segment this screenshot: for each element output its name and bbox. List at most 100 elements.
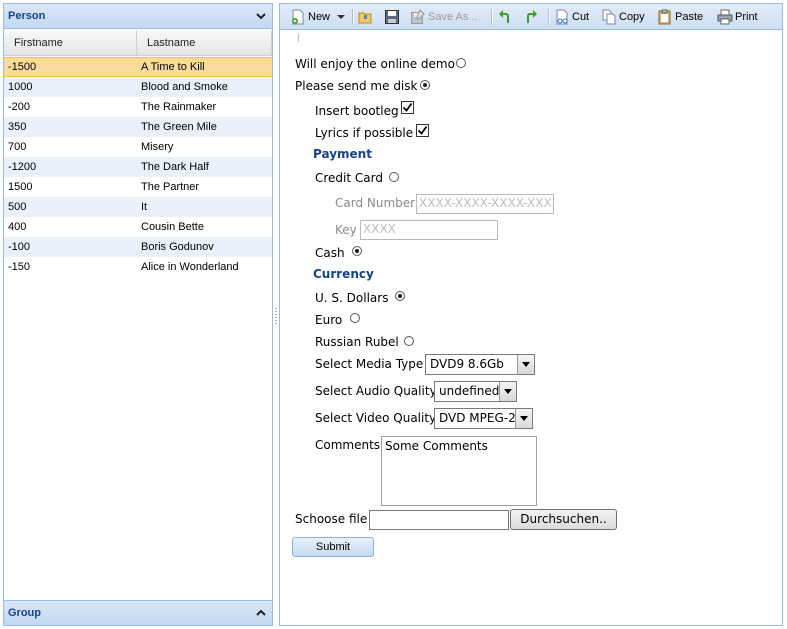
form-tick xyxy=(298,34,299,42)
video-quality-select[interactable]: DVD MPEG-2 xyxy=(434,408,533,429)
chevron-down-icon[interactable] xyxy=(517,355,534,374)
table-row[interactable]: 1000 Blood and Smoke xyxy=(4,77,272,97)
usd-radio[interactable] xyxy=(395,291,405,301)
cell-lastname: The Rainmaker xyxy=(141,101,217,113)
splitter-grip[interactable] xyxy=(275,308,277,324)
table-row[interactable]: -1200 The Dark Half xyxy=(4,157,272,177)
euro-label: Euro xyxy=(315,313,343,327)
send-disk-label: Please send me disk xyxy=(295,79,418,93)
lyrics-label: Lyrics if possible xyxy=(315,126,414,140)
checkmark-icon xyxy=(417,125,428,135)
cell-lastname: The Dark Half xyxy=(141,161,209,173)
group-panel-header[interactable]: Group xyxy=(4,600,272,625)
lyrics-checkbox[interactable] xyxy=(416,124,429,137)
cell-lastname: It xyxy=(141,201,148,213)
media-type-value: DVD9 8.6Gb xyxy=(430,357,504,371)
browse-button[interactable]: Durchsuchen.. xyxy=(510,509,617,530)
media-type-select[interactable]: DVD9 8.6Gb xyxy=(425,354,535,375)
table-row[interactable]: 700 Misery xyxy=(4,137,272,157)
save-as-button[interactable]: Save As... xyxy=(410,8,478,26)
cell-lastname: The Partner xyxy=(141,181,200,193)
chevron-down-icon[interactable] xyxy=(499,382,516,401)
undo-button[interactable] xyxy=(497,8,515,26)
card-number-input[interactable]: XXXX-XXXX-XXXX-XXXX xyxy=(416,194,554,214)
euro-radio[interactable] xyxy=(350,313,360,323)
save-button[interactable] xyxy=(384,8,402,26)
key-input[interactable]: XXXX xyxy=(360,220,498,240)
cash-radio[interactable] xyxy=(352,246,362,256)
cell-firstname: -1500 xyxy=(8,61,37,73)
usd-label: U. S. Dollars xyxy=(315,291,389,305)
save-as-label: Save As... xyxy=(428,11,478,23)
comments-label: Comments xyxy=(315,438,381,452)
send-disk-radio[interactable] xyxy=(420,80,430,90)
table-row[interactable]: 1500 The Partner xyxy=(4,177,272,197)
open-button[interactable] xyxy=(358,8,376,26)
cell-firstname: -1200 xyxy=(8,161,37,173)
payment-heading: Payment xyxy=(313,147,372,161)
chevron-down-icon[interactable] xyxy=(515,409,532,428)
chevron-up-icon[interactable] xyxy=(256,608,266,618)
submit-button[interactable]: Submit xyxy=(292,537,374,557)
toolbar-separator xyxy=(548,9,550,25)
save-as-icon xyxy=(411,9,425,25)
new-document-icon xyxy=(292,9,304,25)
column-header-firstname[interactable]: Firstname xyxy=(4,30,137,55)
table-row[interactable]: 500 It xyxy=(4,197,272,217)
cell-firstname: 500 xyxy=(8,201,27,213)
table-row[interactable]: -1500 A Time to Kill xyxy=(4,57,272,77)
currency-heading: Currency xyxy=(313,267,374,281)
cell-firstname: 350 xyxy=(8,121,27,133)
table-row[interactable]: 350 The Green Mile xyxy=(4,117,272,137)
cell-lastname: A Time to Kill xyxy=(141,61,205,73)
toolbar: New Save As... Cut Copy Paste Print xyxy=(280,4,782,30)
table-row[interactable]: -150 Alice in Wonderland xyxy=(4,257,272,277)
card-number-label: Card Number xyxy=(335,196,416,210)
floppy-disk-icon xyxy=(385,10,399,25)
video-quality-value: DVD MPEG-2 xyxy=(439,411,516,425)
undo-arrow-icon xyxy=(499,10,509,24)
table-row[interactable]: -100 Boris Godunov xyxy=(4,237,272,257)
cell-lastname: Misery xyxy=(141,141,174,153)
print-button[interactable]: Print xyxy=(717,8,758,26)
rubel-label: Russian Rubel xyxy=(315,335,399,349)
cell-firstname: -200 xyxy=(8,101,31,113)
cash-label: Cash xyxy=(315,246,345,260)
insert-bootleg-label: Insert bootleg xyxy=(315,104,399,118)
cell-lastname: Boris Godunov xyxy=(141,241,214,253)
cut-button[interactable]: Cut xyxy=(554,8,589,26)
key-label: Key xyxy=(335,223,357,237)
group-panel-title: Group xyxy=(8,607,41,619)
paste-clipboard-icon xyxy=(658,9,671,25)
audio-quality-select[interactable]: undefined xyxy=(434,381,517,402)
form-panel: New Save As... Cut Copy Paste Print Will… xyxy=(279,3,783,626)
redo-button[interactable] xyxy=(523,8,541,26)
cell-lastname: Blood and Smoke xyxy=(141,81,228,93)
table-row[interactable]: 400 Cousin Bette xyxy=(4,217,272,237)
file-path-input[interactable] xyxy=(369,510,509,530)
table-row[interactable]: -200 The Rainmaker xyxy=(4,97,272,117)
copy-label: Copy xyxy=(619,11,645,23)
column-header-lastname[interactable]: Lastname xyxy=(137,30,272,55)
comments-textarea[interactable]: Some Comments xyxy=(381,436,537,506)
enjoy-demo-label: Will enjoy the online demo xyxy=(295,57,455,71)
copy-icon xyxy=(602,9,616,25)
cell-firstname: -100 xyxy=(8,241,31,253)
enjoy-demo-radio[interactable] xyxy=(456,58,466,68)
copy-button[interactable]: Copy xyxy=(601,8,645,26)
paste-button[interactable]: Paste xyxy=(657,8,703,26)
person-panel-title: Person xyxy=(8,10,46,22)
rubel-radio[interactable] xyxy=(404,336,414,346)
credit-card-radio[interactable] xyxy=(389,172,399,182)
dropdown-arrow-icon[interactable] xyxy=(337,14,346,20)
file-label: Schoose file xyxy=(295,512,368,526)
cell-firstname: 1000 xyxy=(8,81,33,93)
media-type-label: Select Media Type xyxy=(315,357,424,371)
insert-bootleg-checkbox[interactable] xyxy=(401,101,414,114)
person-grid: -1500 A Time to Kill 1000 Blood and Smoke -2… xyxy=(4,57,272,277)
person-panel-header[interactable]: Person xyxy=(4,4,272,29)
audio-quality-value: undefined xyxy=(439,384,500,398)
new-button[interactable]: New xyxy=(290,8,346,26)
chevron-down-icon[interactable] xyxy=(256,11,266,21)
cell-lastname: The Green Mile xyxy=(141,121,217,133)
